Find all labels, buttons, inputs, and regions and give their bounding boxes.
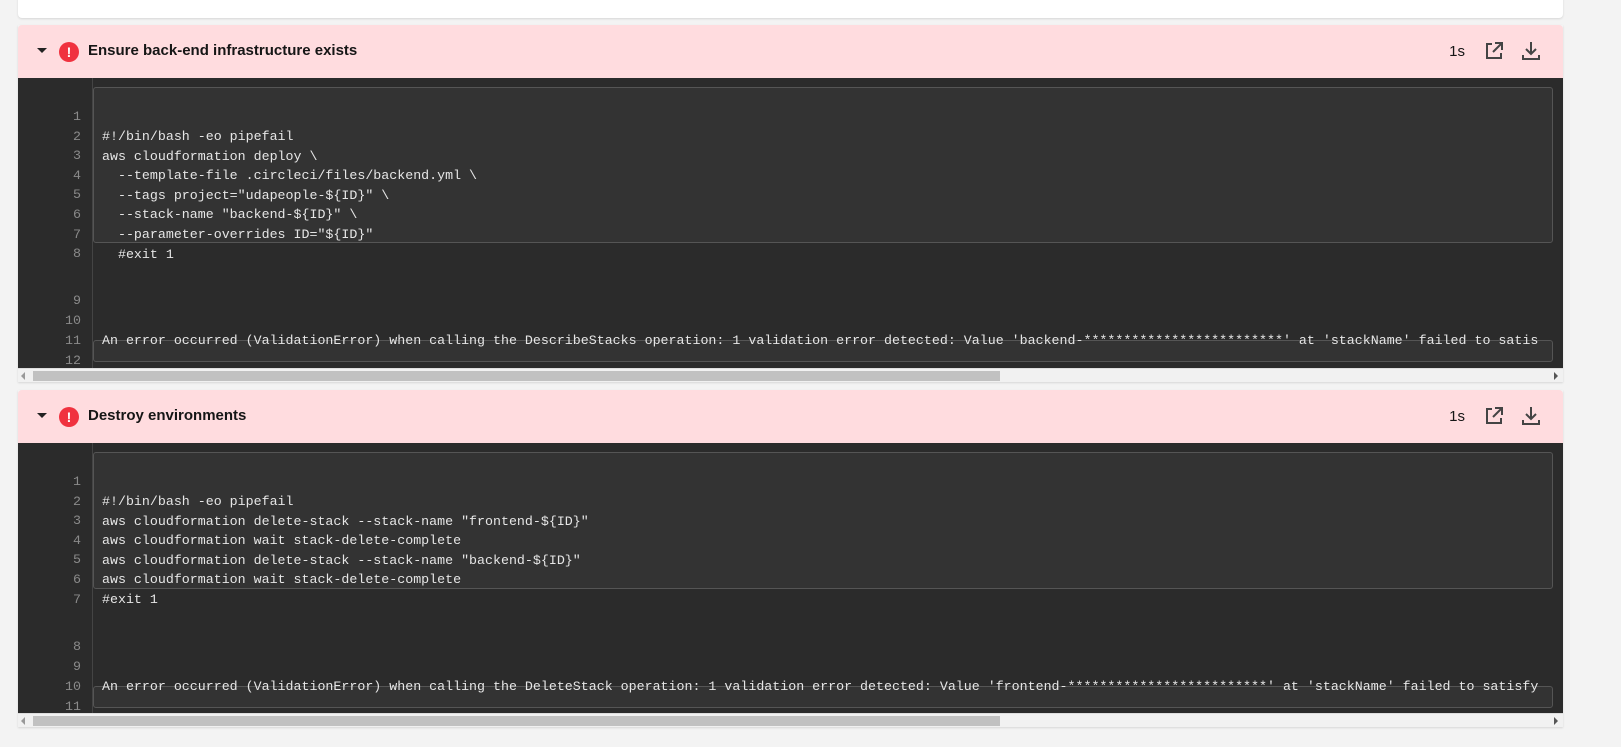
- line-text: #exit 1: [102, 592, 158, 607]
- line-number: 7: [73, 591, 81, 607]
- log-line: 5 --stack-name "backend-${ID}" \: [18, 165, 1563, 222]
- log-line: 8: [18, 617, 1563, 654]
- step-duration: 1s: [1449, 408, 1465, 425]
- step-1: ! Destroy environments 1s 1 #!/bin/bash …: [18, 390, 1563, 727]
- log-line: 6 #exit 1: [18, 550, 1563, 607]
- download-icon[interactable]: [1519, 404, 1543, 428]
- log-line: 2 aws cloudformation deploy \: [18, 107, 1563, 164]
- external-link-icon[interactable]: [1482, 39, 1506, 63]
- log-line: 9 An error occurred (ValidationError) wh…: [18, 637, 1563, 694]
- log-line: 3 aws cloudformation wait stack-delete-c…: [18, 491, 1563, 548]
- log-line: 8: [18, 224, 1563, 261]
- log-line: 13 CircleCI received exit code 254: [18, 351, 1563, 368]
- log-line: 4 aws cloudformation delete-stack --stac…: [18, 511, 1563, 568]
- log-line: 9: [18, 271, 1563, 308]
- log-line: 5 aws cloudformation wait stack-delete-c…: [18, 530, 1563, 587]
- scroll-left-icon[interactable]: [21, 372, 25, 380]
- horizontal-scrollbar[interactable]: [18, 713, 1563, 727]
- error-icon: !: [59, 42, 79, 62]
- log-line: 12 CircleCI received exit code 254: [18, 697, 1563, 713]
- log-line: 1 #!/bin/bash -eo pipefail: [18, 87, 1563, 144]
- log-line: 10: [18, 657, 1563, 694]
- line-number: 8: [73, 246, 81, 262]
- terminal-output: 1 #!/bin/bash -eo pipefail 2 aws cloudfo…: [18, 78, 1563, 368]
- log-line: 7: [18, 570, 1563, 607]
- horizontal-scrollbar[interactable]: [18, 368, 1563, 382]
- download-icon[interactable]: [1519, 39, 1543, 63]
- step-header[interactable]: ! Destroy environments 1s: [18, 390, 1563, 443]
- scrollbar-thumb[interactable]: [33, 371, 1000, 381]
- log-line: 10 An error occurred (ValidationError) w…: [18, 291, 1563, 348]
- caret-down-icon[interactable]: [37, 48, 47, 53]
- external-link-icon[interactable]: [1482, 404, 1506, 428]
- log-line: 3 --template-file .circleci/files/backen…: [18, 126, 1563, 183]
- scroll-right-icon[interactable]: [1554, 372, 1558, 380]
- step-title: Ensure back-end infrastructure exists: [88, 42, 358, 59]
- step-duration: 1s: [1449, 43, 1465, 60]
- scroll-left-icon[interactable]: [21, 717, 25, 725]
- error-icon: !: [59, 407, 79, 427]
- scrollbar-thumb[interactable]: [33, 716, 1000, 726]
- log-line: 11 Exited with code exit status 254: [18, 677, 1563, 713]
- line-text: #exit 1: [102, 246, 174, 262]
- log-line: 1 #!/bin/bash -eo pipefail: [18, 452, 1563, 509]
- log-line: 6 --parameter-overrides ID="${ID}": [18, 185, 1563, 242]
- caret-down-icon[interactable]: [37, 413, 47, 418]
- step-title: Destroy environments: [88, 407, 247, 424]
- scroll-right-icon[interactable]: [1554, 717, 1558, 725]
- log-line: 2 aws cloudformation delete-stack --stac…: [18, 472, 1563, 529]
- step-header[interactable]: ! Ensure back-end infrastructure exists …: [18, 25, 1563, 78]
- log-line: 11: [18, 311, 1563, 348]
- log-line: 4 --tags project="udapeople-${ID}" \: [18, 146, 1563, 203]
- terminal-output: 1 #!/bin/bash -eo pipefail 2 aws cloudfo…: [18, 443, 1563, 713]
- previous-step-card: [18, 0, 1563, 18]
- step-0: ! Ensure back-end infrastructure exists …: [18, 25, 1563, 382]
- log-line: 7 #exit 1: [18, 205, 1563, 262]
- log-line: 12 Exited with code exit status 254: [18, 331, 1563, 368]
